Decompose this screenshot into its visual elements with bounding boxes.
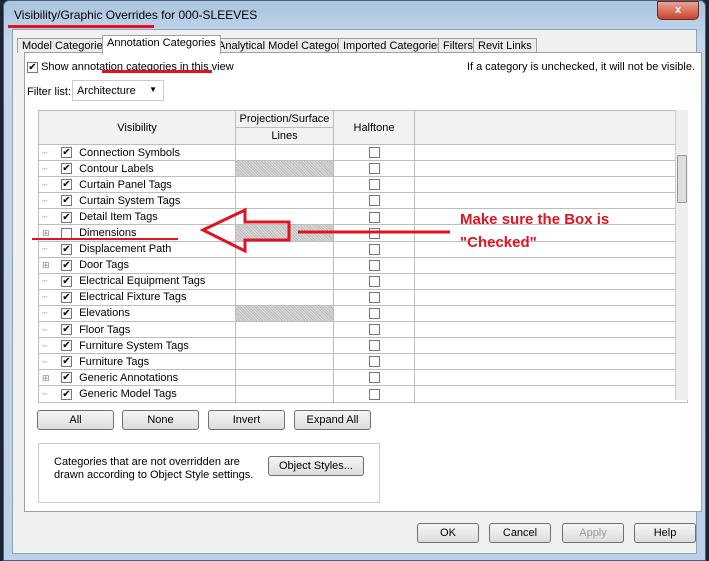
annotation-line2: "Checked" <box>460 234 537 251</box>
tab-annotation-categories[interactable]: Annotation Categories <box>102 35 221 54</box>
red-arrow-annotation <box>32 207 450 254</box>
arrow-left-icon <box>199 207 291 254</box>
tab-underline <box>102 70 212 73</box>
annotation-line1: Make sure the Box is <box>460 211 610 228</box>
